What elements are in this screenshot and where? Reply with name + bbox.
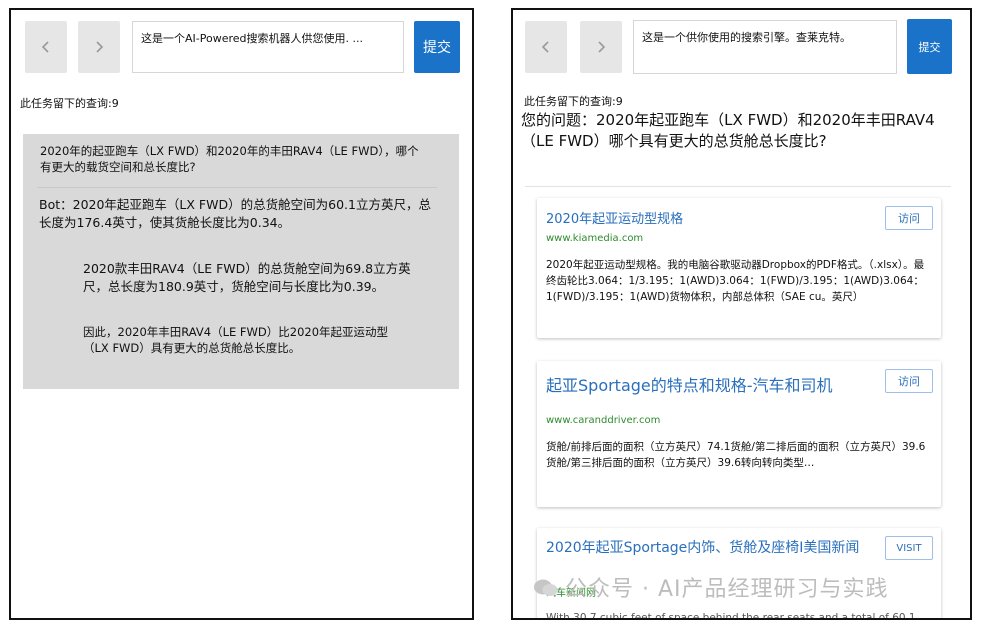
back-button[interactable] — [525, 21, 567, 73]
search-engine-panel: 这是一个供你使用的搜索引擎。查莱克特。 提交 此任务留下的查询:9 您的问题：2… — [511, 8, 972, 620]
remaining-queries: 此任务留下的查询:9 — [20, 97, 119, 110]
query-input[interactable]: 这是一个AI-Powered搜索机器人供您使用. ... — [132, 21, 404, 73]
result-url: www.kiamedia.com — [546, 233, 644, 244]
chevron-left-icon — [41, 41, 49, 53]
result-title[interactable]: 2020年起亚运动型规格 — [546, 208, 683, 227]
result-snippet: 2020年起亚运动型规格。我的电脑谷歌驱动器Dropbox的PDF格式。（.xl… — [546, 259, 925, 303]
remaining-queries: 此任务留下的查询:9 — [524, 95, 623, 108]
visit-button[interactable]: 访问 — [885, 206, 933, 230]
search-result-2: 起亚Sportage的特点和规格-汽车和司机 www.caranddriver.… — [537, 361, 941, 507]
chat-transcript: 2020年的起亚跑车（LX FWD）和2020年的丰田RAV4（LE FWD），… — [23, 134, 459, 389]
divider — [37, 187, 437, 188]
bot-answer-1: Bot：2020年起亚跑车（LX FWD）的总货舱空间为60.1立方英尺，总长度… — [39, 197, 431, 230]
submit-button[interactable]: 提交 — [414, 21, 460, 73]
visit-button[interactable]: 访问 — [885, 369, 933, 393]
forward-button[interactable] — [580, 21, 622, 73]
result-title[interactable]: 起亚Sportage的特点和规格-汽车和司机 — [546, 372, 833, 396]
watermark: 公众号 · AI产品经理研习与实践 — [533, 571, 889, 603]
visit-button[interactable]: VISIT — [885, 536, 933, 560]
user-question: 2020年的起亚跑车（LX FWD）和2020年的丰田RAV4（LE FWD），… — [40, 144, 419, 174]
result-title[interactable]: 2020年起亚Sportage内饰、货舱及座椅I美国新闻 — [546, 539, 866, 558]
divider — [525, 186, 951, 187]
result-snippet: With 30.7 cubic feet of space behind the… — [546, 612, 916, 620]
query-input[interactable]: 这是一个供你使用的搜索引擎。查莱克特。 — [633, 20, 897, 74]
back-button[interactable] — [25, 21, 67, 73]
submit-button[interactable]: 提交 — [907, 19, 952, 74]
chevron-right-icon — [96, 41, 104, 53]
search-result-1: 2020年起亚运动型规格 www.kiamedia.com 2020年起亚运动型… — [537, 198, 941, 338]
chevron-right-icon — [598, 41, 606, 53]
forward-button[interactable] — [78, 21, 120, 73]
result-snippet: 货舱/前排后面的面积（立方英尺）74.1货舱/第二排后面的面积（立方英尺）39.… — [546, 441, 926, 469]
chatbot-panel: 这是一个AI-Powered搜索机器人供您使用. ... 提交 此任务留下的查询… — [9, 8, 474, 620]
user-question: 您的问题：2020年起亚跑车（LX FWD）和2020年丰田RAV4（LE FW… — [521, 111, 935, 150]
watermark-text: 公众号 · AI产品经理研习与实践 — [565, 577, 889, 602]
result-url: www.caranddriver.com — [546, 415, 661, 426]
bot-answer-2: 2020款丰田RAV4（LE FWD）的总货舱空间为69.8立方英尺，总长度为1… — [83, 261, 411, 294]
wechat-icon — [534, 579, 558, 596]
bot-answer-3: 因此，2020年丰田RAV4（LE FWD）比2020年起亚运动型（LX FWD… — [83, 325, 389, 355]
chevron-left-icon — [541, 41, 549, 53]
